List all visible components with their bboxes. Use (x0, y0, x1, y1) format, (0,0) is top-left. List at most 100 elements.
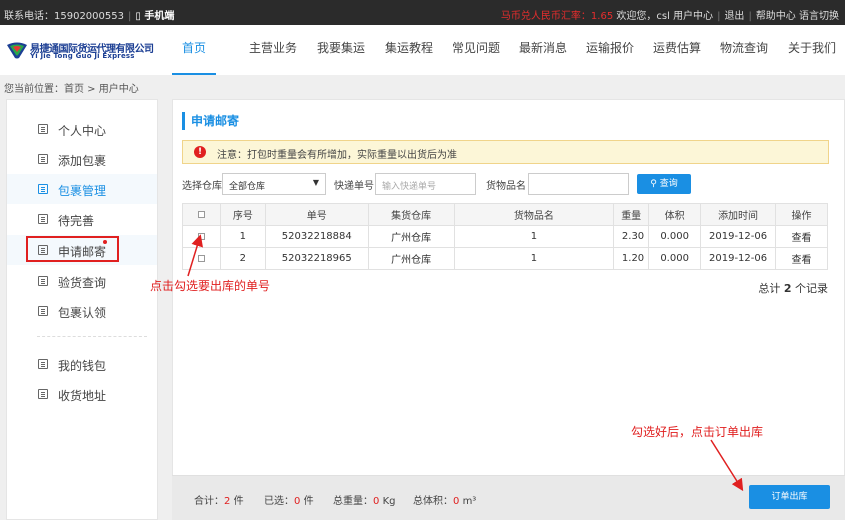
total-count: 2 (783, 282, 792, 295)
table-row: 2 52032218965 广州仓库 1 1.20 0.000 2019-12-… (182, 247, 828, 270)
query-button[interactable]: ⚲ 查询 (637, 174, 691, 194)
order-dispatch-button[interactable]: 订单出库 (749, 485, 830, 509)
top-bar-left: 联系电话：15902000553 | ▯ 手机端 (4, 7, 174, 22)
row-date: 2019-12-06 (700, 247, 777, 270)
site-header: 易捷通国际货运代理有限公司 Yi Jie Tong Guo Ji Express… (0, 25, 845, 75)
view-link[interactable]: 查看 (775, 225, 828, 248)
tracking-label: 快递单号 (334, 181, 374, 192)
table-row: 1 52032218884 广州仓库 1 2.30 0.000 2019-12-… (182, 225, 828, 248)
summary-selected-unit: 件 (303, 496, 314, 507)
list-icon (38, 184, 48, 194)
language-switch[interactable]: 语言切换 (799, 11, 839, 22)
summary-volume-unit: m³ (462, 496, 477, 507)
notice-bar: ! 注意：打包时重量会有所增加，实际重量以出货后为准 (182, 140, 829, 164)
warehouse-select[interactable]: 全部仓库 ▼ (222, 173, 326, 195)
summary-volume-value: 0 (453, 496, 460, 507)
column-header: 操作 (775, 203, 828, 226)
chevron-down-icon: ▼ (312, 178, 319, 187)
welcome-text: 欢迎您，csl (616, 11, 670, 22)
warehouse-select-value: 全部仓库 (229, 182, 266, 192)
site-logo[interactable]: 易捷通国际货运代理有限公司 Yi Jie Tong Guo Ji Express (6, 39, 154, 67)
row-index: 1 (219, 225, 266, 248)
logout-link[interactable]: 退出 (724, 11, 744, 22)
nav-main-business[interactable]: 主营业务 (249, 25, 297, 75)
record-total: 总计 2 个记录 (758, 280, 828, 296)
breadcrumb: 您当前位置：首页 > 用户中心 (4, 84, 139, 95)
sidebar-item-label: 包裹认领 (58, 306, 107, 320)
summary-weight-value: 0 (373, 496, 380, 507)
sidebar-item-label: 添加包裹 (58, 154, 107, 168)
nav-about[interactable]: 关于我们 (788, 25, 836, 75)
row-goods: 1 (453, 225, 615, 248)
sidebar-item-add-package[interactable]: 添加包裹 (7, 144, 157, 174)
row-date: 2019-12-06 (700, 225, 777, 248)
nav-freight-estimate[interactable]: 运费估算 (653, 25, 701, 75)
select-all-cell (182, 203, 221, 226)
row-warehouse: 广州仓库 (367, 225, 455, 248)
select-all-checkbox[interactable] (197, 210, 205, 218)
nav-tracking[interactable]: 物流查询 (720, 25, 768, 75)
nav-consolidation[interactable]: 我要集运 (317, 25, 365, 75)
row-select-cell (182, 225, 221, 248)
annotation-order-hint: 勾选好后，点击订单出库 (631, 425, 764, 439)
filter-bar: 选择仓库 全部仓库 ▼ 快递单号 输入快递单号 货物品名 ⚲ 查询 (182, 173, 842, 195)
column-header: 集货仓库 (367, 203, 455, 226)
nav-news[interactable]: 最新消息 (519, 25, 567, 75)
sidebar-item-to-complete[interactable]: 待完善 (7, 204, 157, 234)
top-bar: 联系电话：15902000553 | ▯ 手机端 马币兑人民币汇率：1.65 欢迎您… (0, 0, 845, 25)
separator: | (128, 11, 132, 22)
view-link[interactable]: 查看 (775, 247, 828, 270)
row-warehouse: 广州仓库 (367, 247, 455, 270)
nav-home[interactable]: 首页 (172, 25, 216, 75)
total-prefix: 总计 (758, 282, 781, 295)
nav-shipping-quote[interactable]: 运输报价 (586, 25, 634, 75)
row-volume: 0.000 (648, 247, 702, 270)
column-header: 添加时间 (700, 203, 777, 226)
sidebar-item-package-management[interactable]: 包裹管理 (7, 174, 157, 204)
sidebar-item-inspection-query[interactable]: 验货查询 (7, 266, 157, 296)
sidebar-item-profile[interactable]: 个人中心 (7, 114, 157, 144)
list-icon (38, 276, 48, 286)
summary-selected-label: 已选： (264, 496, 294, 507)
column-header: 序号 (219, 203, 266, 226)
notice-text: 注意：打包时重量会有所增加，实际重量以出货后为准 (217, 150, 457, 161)
row-number: 52032218965 (264, 247, 369, 270)
help-center-link[interactable]: 帮助中心 (756, 11, 796, 22)
parcel-table: 序号 单号 集货仓库 货物品名 重量 体积 添加时间 操作 1 52032218… (182, 203, 828, 270)
sidebar-item-package-claim[interactable]: 包裹认领 (7, 296, 157, 326)
sidebar-item-label: 个人中心 (58, 124, 107, 138)
sidebar-item-label: 包裹管理 (58, 184, 107, 198)
notification-dot (103, 240, 107, 244)
list-icon (38, 154, 48, 164)
exchange-rate: 马币兑人民币汇率：1.65 (500, 11, 614, 22)
main-panel: 申请邮寄 ! 注意：打包时重量会有所增加，实际重量以出货后为准 选择仓库 全部仓… (172, 99, 845, 520)
mobile-link-label: 手机端 (144, 11, 175, 22)
row-number: 52032218884 (264, 225, 369, 248)
nav-faq[interactable]: 常见问题 (452, 25, 500, 75)
table-header-row: 序号 单号 集货仓库 货物品名 重量 体积 添加时间 操作 (182, 203, 828, 226)
goods-input[interactable] (528, 173, 629, 195)
nav-tutorial[interactable]: 集运教程 (385, 25, 433, 75)
sidebar-item-address[interactable]: 收货地址 (7, 379, 157, 409)
logo-name-en: Yi Jie Tong Guo Ji Express (30, 52, 135, 60)
column-header: 货物品名 (453, 203, 615, 226)
summary-total: 合计：2 件 (194, 492, 244, 507)
row-checkbox[interactable] (197, 232, 205, 240)
summary-volume: 总体积：0 m³ (413, 492, 476, 507)
mobile-link[interactable]: ▯ 手机端 (135, 11, 174, 22)
sidebar-item-wallet[interactable]: 我的钱包 (7, 349, 157, 379)
list-icon (38, 306, 48, 316)
sidebar-item-label: 验货查询 (58, 276, 107, 290)
user-center-link[interactable]: 用户中心 (673, 11, 713, 22)
row-checkbox[interactable] (197, 254, 205, 262)
row-weight: 1.20 (613, 247, 650, 270)
list-icon (38, 124, 48, 134)
summary-weight-label: 总重量： (333, 496, 373, 507)
list-icon (38, 214, 48, 224)
top-bar-right: 马币兑人民币汇率：1.65 欢迎您，csl 用户中心 | 退出 | 帮助中心 语言切换 (501, 7, 839, 22)
sidebar-item-label: 收货地址 (58, 389, 107, 403)
list-icon (38, 359, 48, 369)
sidebar-divider (37, 336, 147, 337)
summary-volume-label: 总体积： (413, 496, 453, 507)
tracking-input[interactable]: 输入快递单号 (375, 173, 476, 195)
